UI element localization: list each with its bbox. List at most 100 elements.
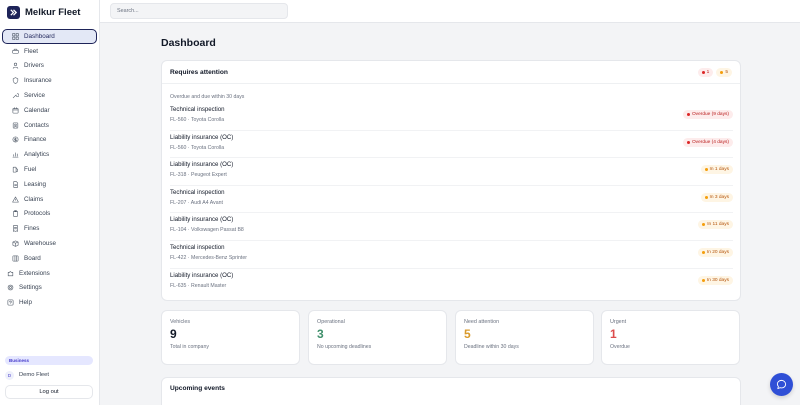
box-icon <box>12 240 19 247</box>
logout-button[interactable]: Log out <box>5 385 93 399</box>
attention-item[interactable]: Technical inspection FL-560 · Toyota Coro… <box>170 103 733 131</box>
attention-item-title: Technical inspection <box>170 188 225 196</box>
attention-item[interactable]: Liability insurance (OC) FL-318 · Peugeot… <box>170 158 733 186</box>
sidebar-item-label: Protocols <box>24 210 51 218</box>
stat-description: Total in company <box>170 344 209 350</box>
sidebar-item-service[interactable]: Service <box>2 88 97 103</box>
attention-item-title: Liability insurance (OC) <box>170 216 234 224</box>
sidebar: Melkur Fleet Dashboard Fleet Drivers Insura… <box>0 0 100 405</box>
attention-section-label: Overdue and due within 30 days <box>170 94 245 100</box>
sidebar-item-warehouse[interactable]: Warehouse <box>2 236 97 251</box>
sidebar-item-label: Service <box>24 92 45 100</box>
sidebar-item-fleet[interactable]: Fleet <box>2 44 97 59</box>
attention-item[interactable]: Liability insurance (OC) FL-104 · Volkswa… <box>170 213 733 241</box>
chat-button[interactable] <box>770 373 793 396</box>
sidebar-item-protocols[interactable]: Protocols <box>2 207 97 222</box>
stat-label: Need attention <box>464 319 500 325</box>
sidebar-item-insurance[interactable]: Insurance <box>2 73 97 88</box>
sidebar-item-dashboard[interactable]: Dashboard <box>2 29 97 44</box>
stat-label: Urgent <box>610 319 627 325</box>
app-name: Melkur Fleet <box>25 6 81 18</box>
attention-item-title: Technical inspection <box>170 106 225 113</box>
amber-dot-icon <box>704 195 708 199</box>
stat-card-need-attention: Need attention 5 Deadline within 30 days <box>455 310 594 365</box>
org-avatar: D <box>5 370 14 380</box>
attention-item[interactable]: Technical inspection FL-422 · Mercedes-Be… <box>170 241 733 269</box>
attention-card: Requires attention 1 5 Overdue and due w… <box>161 60 741 301</box>
attention-item-title: Liability insurance (OC) <box>170 161 234 169</box>
sidebar-item-help[interactable]: Help <box>2 295 97 310</box>
sidebar-item-fuel[interactable]: Fuel <box>2 162 97 177</box>
sidebar-item-drivers[interactable]: Drivers <box>2 59 97 74</box>
red-dot-icon <box>701 70 705 74</box>
stat-description: Deadline within 30 days <box>464 344 519 350</box>
sidebar-item-label: Claims <box>24 195 44 203</box>
chart-icon <box>12 151 19 158</box>
car-icon <box>12 48 19 55</box>
upcoming-title: Upcoming events <box>170 385 225 392</box>
warning-icon <box>12 196 19 203</box>
logo-icon <box>7 5 20 19</box>
attention-item-vehicle: FL-560 · Toyota Corolla <box>170 144 225 151</box>
attention-list: Technical inspection FL-560 · Toyota Coro… <box>170 103 733 296</box>
plan-badge: Business <box>5 356 93 365</box>
sidebar-item-finance[interactable]: Finance <box>2 133 97 148</box>
stat-value: 5 <box>464 327 471 341</box>
deadline-status-text: In 11 days <box>707 222 729 228</box>
attention-item-vehicle: FL-560 · Toyota Corolla <box>170 117 225 123</box>
brand[interactable]: Melkur Fleet <box>7 5 80 19</box>
sidebar-item-label: Fuel <box>24 166 37 174</box>
dollar-icon <box>12 136 19 143</box>
wrench-icon <box>12 92 19 99</box>
help-icon <box>7 299 14 306</box>
org-switcher[interactable]: D Demo Fleet <box>5 369 49 381</box>
sidebar-item-claims[interactable]: Claims <box>2 192 97 207</box>
deadline-status-text: In 30 days <box>706 277 729 283</box>
deadline-status-text: In 1 days <box>709 167 729 173</box>
shield-icon <box>12 77 19 84</box>
sidebar-item-label: Contacts <box>24 121 49 129</box>
attention-item[interactable]: Liability insurance (OC) FL-560 · Toyota … <box>170 131 733 159</box>
grid-icon <box>12 33 19 40</box>
deadline-status-text: In 20 days <box>706 249 729 255</box>
deadline-status-badge: In 20 days <box>697 247 733 257</box>
attention-item-vehicle: FL-207 · Audi A4 Avant <box>170 199 223 206</box>
sidebar-item-analytics[interactable]: Analytics <box>2 147 97 162</box>
attention-item-title: Technical inspection <box>170 243 225 251</box>
sidebar-item-label: Warehouse <box>24 240 56 248</box>
sidebar-item-extensions[interactable]: Extensions <box>2 266 97 281</box>
stat-value: 1 <box>610 327 617 341</box>
sidebar-item-leasing[interactable]: Leasing <box>2 177 97 192</box>
attention-item-title: Liability insurance (OC) <box>170 271 234 279</box>
sidebar-item-label: Calendar <box>24 106 50 114</box>
sidebar-item-calendar[interactable]: Calendar <box>2 103 97 118</box>
sidebar-item-fines[interactable]: Fines <box>2 221 97 236</box>
puzzle-icon <box>7 270 14 277</box>
attention-item[interactable]: Liability insurance (OC) FL-635 · Renault… <box>170 269 733 297</box>
sidebar-item-board[interactable]: Board <box>2 251 97 266</box>
attention-item-title: Liability insurance (OC) <box>170 133 234 141</box>
sidebar-item-settings[interactable]: Settings <box>2 281 97 296</box>
sidebar-nav: Dashboard Fleet Drivers Insurance Service Cal… <box>2 29 97 310</box>
chat-bubble-icon <box>776 379 787 390</box>
calendar-icon <box>12 107 19 114</box>
user-icon <box>12 62 19 70</box>
sidebar-item-label: Fleet <box>24 47 38 55</box>
org-name: Demo Fleet <box>19 372 49 378</box>
sidebar-item-label: Dashboard <box>24 32 55 40</box>
red-dot-icon <box>686 140 690 144</box>
sidebar-item-label: Fines <box>24 225 40 233</box>
attention-title: Requires attention <box>170 68 228 76</box>
clipboard-icon <box>12 210 19 218</box>
attention-item-vehicle: FL-318 · Peugeot Expert <box>170 172 227 179</box>
attention-item-vehicle: FL-422 · Mercedes-Benz Sprinter <box>170 254 247 261</box>
page-title: Dashboard <box>161 37 216 49</box>
sidebar-item-contacts[interactable]: Contacts <box>2 118 97 133</box>
attention-item[interactable]: Technical inspection FL-207 · Audi A4 Ava… <box>170 186 733 214</box>
sidebar-item-label: Settings <box>19 284 42 292</box>
search-input[interactable] <box>110 3 288 19</box>
deadline-status-badge: In 1 days <box>700 165 733 175</box>
stat-value: 3 <box>317 327 324 341</box>
stat-card-vehicles: Vehicles 9 Total in company <box>161 310 300 365</box>
overdue-count: 1 <box>706 69 710 75</box>
